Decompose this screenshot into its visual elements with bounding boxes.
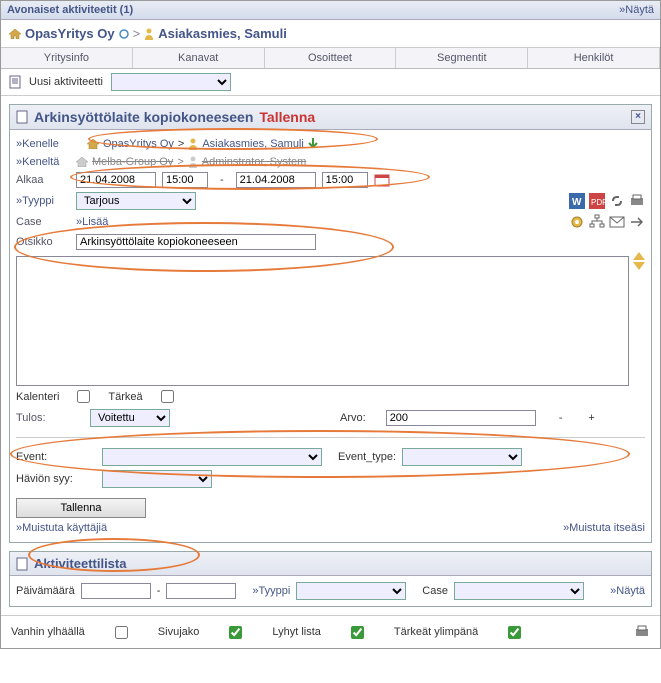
end-time-input[interactable] bbox=[322, 172, 368, 188]
link-icon[interactable] bbox=[609, 193, 625, 209]
type-filter-select[interactable] bbox=[296, 582, 406, 600]
lyhyt-checkbox[interactable] bbox=[351, 626, 364, 639]
person-icon bbox=[144, 28, 154, 40]
new-activity-label: Uusi aktiviteetti bbox=[29, 76, 103, 88]
remind-self-link[interactable]: »Muistuta itseäsi bbox=[563, 522, 645, 534]
breadcrumb-company[interactable]: OpasYritys Oy bbox=[25, 26, 115, 41]
person-icon-small bbox=[188, 138, 198, 150]
sivujako-checkbox[interactable] bbox=[229, 626, 242, 639]
alkaa-label: Alkaa bbox=[16, 174, 70, 186]
start-time-input[interactable] bbox=[162, 172, 208, 188]
list-icon bbox=[16, 557, 28, 571]
date-dash2: - bbox=[157, 585, 161, 597]
case-label: Case bbox=[16, 216, 70, 228]
gear-icon[interactable] bbox=[569, 214, 585, 230]
event-select[interactable] bbox=[102, 448, 322, 466]
kenelta-company[interactable]: Melba-Group Oy bbox=[92, 156, 173, 168]
tab-osoitteet[interactable]: Osoitteet bbox=[265, 48, 397, 68]
tarkeat-checkbox[interactable] bbox=[508, 626, 521, 639]
open-activities-title: Avonaiset aktiviteetit (1) bbox=[7, 4, 133, 16]
date-from-input[interactable] bbox=[81, 583, 151, 599]
arrow-down-icon[interactable] bbox=[308, 138, 318, 150]
svg-text:PDF: PDF bbox=[591, 198, 605, 207]
house-icon-small bbox=[87, 139, 99, 149]
tab-kanavat[interactable]: Kanavat bbox=[133, 48, 265, 68]
tree-icon[interactable] bbox=[589, 214, 605, 230]
type-filter-label[interactable]: »Tyyppi bbox=[252, 585, 290, 597]
tab-segmentit[interactable]: Segmentit bbox=[396, 48, 528, 68]
kenelta-label[interactable]: »Keneltä bbox=[16, 156, 70, 168]
date-to-input[interactable] bbox=[166, 583, 236, 599]
kenelle-company[interactable]: OpasYritys Oy bbox=[103, 138, 174, 150]
show-link[interactable]: »Näytä bbox=[610, 585, 645, 597]
vanhin-label: Vanhin ylhäällä bbox=[11, 626, 85, 638]
tarkea-checkbox[interactable] bbox=[161, 390, 174, 403]
date-dash: - bbox=[214, 174, 230, 186]
kalenteri-checkbox[interactable] bbox=[77, 390, 90, 403]
new-activity-type-select[interactable] bbox=[111, 73, 231, 91]
case-add-link[interactable]: »Lisää bbox=[76, 216, 108, 228]
calendar-icon[interactable] bbox=[374, 173, 390, 187]
word-icon[interactable]: W bbox=[569, 193, 585, 209]
pdf-icon[interactable]: PDF bbox=[589, 193, 605, 209]
havio-label: Häviön syy: bbox=[16, 473, 96, 485]
sep: > bbox=[178, 138, 184, 150]
house-icon-small2 bbox=[76, 157, 88, 167]
vanhin-checkbox[interactable] bbox=[115, 626, 128, 639]
kalenteri-label: Kalenteri bbox=[16, 391, 59, 403]
forward-icon[interactable] bbox=[629, 214, 645, 230]
breadcrumb-sep: > bbox=[133, 26, 141, 41]
type-label[interactable]: »Tyyppi bbox=[16, 195, 70, 207]
activity-list-title: Aktiviteettilista bbox=[34, 556, 126, 571]
tab-yritysinfo[interactable]: Yritysinfo bbox=[1, 48, 133, 68]
save-header-link[interactable]: Tallenna bbox=[259, 109, 315, 125]
tabs: Yritysinfo Kanavat Osoitteet Segmentit H… bbox=[1, 48, 660, 69]
person-icon-small2 bbox=[188, 156, 198, 168]
case-filter-select[interactable] bbox=[454, 582, 584, 600]
tab-henkilot[interactable]: Henkilöt bbox=[528, 48, 660, 68]
activity-title: Arkinsyöttölaite kopiokoneeseen bbox=[34, 109, 253, 125]
end-date-input[interactable] bbox=[236, 172, 316, 188]
description-textarea[interactable] bbox=[16, 256, 629, 386]
tulos-select[interactable]: Voitettu bbox=[90, 409, 170, 427]
start-date-input[interactable] bbox=[76, 172, 156, 188]
activity-icon bbox=[16, 110, 28, 124]
type-select[interactable]: Tarjous bbox=[76, 192, 196, 210]
arvo-input[interactable] bbox=[386, 410, 536, 426]
mail-icon[interactable] bbox=[609, 214, 625, 230]
tarkeat-label: Tärkeät ylimpänä bbox=[394, 626, 478, 638]
date-filter-label: Päivämäärä bbox=[16, 585, 75, 597]
sivujako-label: Sivujako bbox=[158, 626, 200, 638]
refresh-icon[interactable] bbox=[119, 29, 129, 39]
sep2: > bbox=[177, 156, 183, 168]
tarkea-label: Tärkeä bbox=[108, 391, 142, 403]
close-icon[interactable]: × bbox=[631, 110, 645, 124]
arvo-label: Arvo: bbox=[340, 412, 366, 424]
arvo-plus[interactable]: + bbox=[585, 412, 597, 424]
event-type-label: Event_type: bbox=[338, 451, 396, 463]
scroll-arrows[interactable] bbox=[633, 252, 645, 270]
print-icon[interactable] bbox=[629, 193, 645, 209]
tallenna-button[interactable]: Tallenna bbox=[16, 498, 146, 518]
otsikko-input[interactable] bbox=[76, 234, 316, 250]
tulos-label: Tulos: bbox=[16, 412, 70, 424]
house-icon bbox=[9, 29, 21, 39]
remind-users-link[interactable]: »Muistuta käyttäjiä bbox=[16, 522, 107, 534]
event-type-select[interactable] bbox=[402, 448, 522, 466]
show-link-top[interactable]: »Näytä bbox=[619, 4, 654, 16]
otsikko-label: Otsikko bbox=[16, 236, 70, 248]
arvo-minus[interactable]: - bbox=[556, 412, 566, 424]
print-icon-bottom[interactable] bbox=[634, 624, 650, 640]
kenelta-contact[interactable]: Adminstrator, System bbox=[202, 156, 307, 168]
event-label: Event: bbox=[16, 451, 96, 463]
lyhyt-label: Lyhyt lista bbox=[272, 626, 321, 638]
svg-text:W: W bbox=[572, 197, 582, 208]
kenelle-label[interactable]: »Kenelle bbox=[16, 138, 70, 150]
havio-select[interactable] bbox=[102, 470, 212, 488]
kenelle-contact[interactable]: Asiakasmies, Samuli bbox=[202, 138, 303, 150]
document-icon bbox=[9, 75, 21, 89]
case-filter-label: Case bbox=[422, 585, 448, 597]
breadcrumb-contact[interactable]: Asiakasmies, Samuli bbox=[158, 26, 287, 41]
breadcrumb: OpasYritys Oy > Asiakasmies, Samuli bbox=[1, 20, 660, 48]
